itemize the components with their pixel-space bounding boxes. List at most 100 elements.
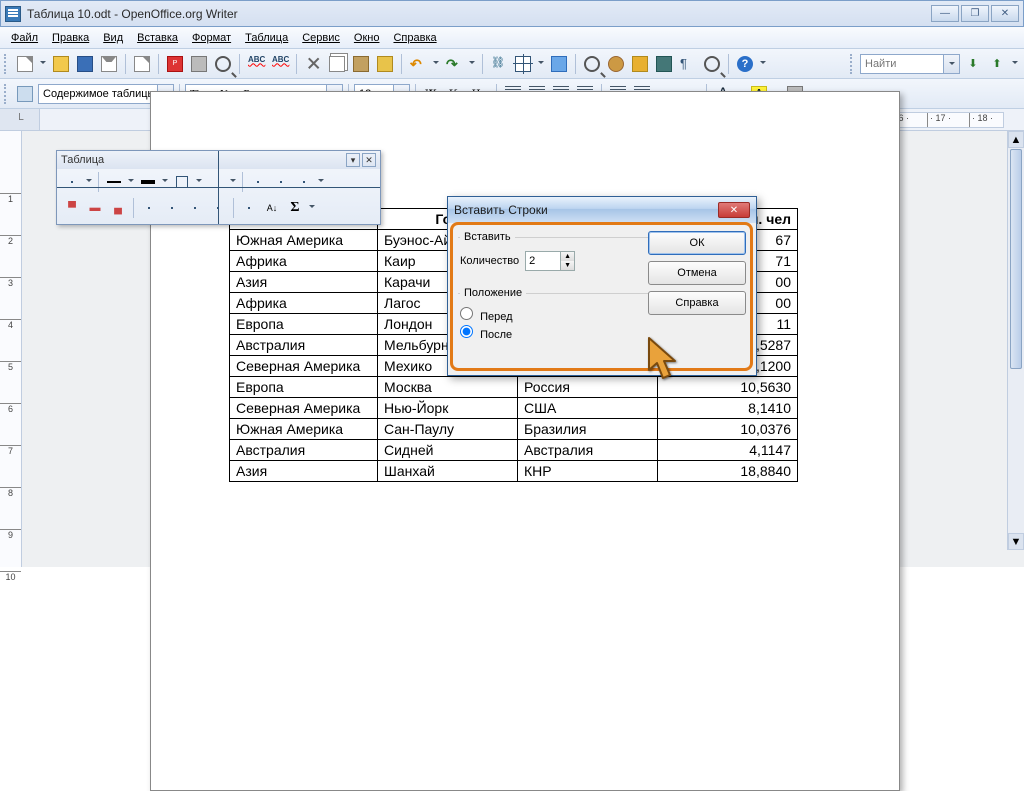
undo-button[interactable]: ↶ (407, 53, 429, 75)
spellcheck-button[interactable]: ABC (245, 53, 267, 75)
ruler-corner[interactable]: └ (0, 109, 40, 130)
table-cell[interactable]: Москва (378, 377, 518, 398)
paste-button[interactable] (350, 53, 372, 75)
v-scrollbar[interactable]: ▲ ▼ (1007, 131, 1024, 550)
zoom-button[interactable] (701, 53, 723, 75)
table-cell[interactable]: Азия (230, 461, 378, 482)
table-cell[interactable]: Нью-Йорк (378, 398, 518, 419)
autoformat-button[interactable] (238, 197, 260, 219)
nonprint-chars-button[interactable]: ¶ (677, 53, 699, 75)
open-button[interactable] (50, 53, 72, 75)
menu-help[interactable]: Справка (386, 30, 443, 46)
new-dropdown[interactable] (38, 61, 48, 67)
style-input[interactable] (39, 85, 157, 103)
table-row[interactable]: Южная АмерикаСан-ПаулуБразилия10,0376 (230, 419, 798, 440)
find-dropdown[interactable] (943, 55, 959, 73)
autospell-button[interactable]: ABC (269, 53, 291, 75)
table-cell[interactable]: Европа (230, 314, 378, 335)
close-button[interactable]: ✕ (991, 5, 1019, 22)
scroll-down-button[interactable]: ▼ (1008, 533, 1024, 550)
print-button[interactable] (188, 53, 210, 75)
edit-doc-button[interactable] (131, 53, 153, 75)
table-float-toolbar[interactable]: Таблица ▾ ✕ ▀ ▬ ▄ A↓ Σ (56, 150, 381, 225)
minimize-button[interactable]: — (931, 5, 959, 22)
table-cell[interactable]: Европа (230, 377, 378, 398)
table-cell[interactable]: КНР (518, 461, 658, 482)
undo-dropdown[interactable] (431, 61, 441, 67)
qty-up[interactable]: ▲ (560, 252, 574, 261)
table-cell[interactable]: Россия (518, 377, 658, 398)
find-input[interactable] (861, 55, 943, 73)
format-paint-button[interactable] (374, 53, 396, 75)
table-cell[interactable]: Шанхай (378, 461, 518, 482)
table-dropdown[interactable] (536, 61, 546, 67)
table-row[interactable]: ЕвропаМоскваРоссия10,5630 (230, 377, 798, 398)
dialog-titlebar[interactable]: Вставить Строки ✕ (448, 197, 756, 223)
table-cell[interactable]: Южная Америка (230, 230, 378, 251)
toolbar-overflow[interactable] (758, 61, 768, 67)
menu-tools[interactable]: Сервис (295, 30, 347, 46)
menu-table[interactable]: Таблица (238, 30, 295, 46)
qty-spinner[interactable]: ▲▼ (525, 251, 575, 271)
table-cell[interactable]: Африка (230, 251, 378, 272)
help-button[interactable]: ? (734, 53, 756, 75)
toolbar-grip[interactable] (4, 54, 10, 74)
navigator-button[interactable] (605, 53, 627, 75)
table-cell[interactable]: Австралия (518, 440, 658, 461)
redo-button[interactable]: ↷ (443, 53, 465, 75)
redo-dropdown[interactable] (467, 61, 477, 67)
table-cell[interactable]: Северная Америка (230, 398, 378, 419)
help-dialog-button[interactable]: Справка (648, 291, 746, 315)
find-prev-button[interactable]: ⬆ (986, 53, 1008, 75)
dialog-close-button[interactable]: ✕ (718, 202, 750, 218)
table-cell[interactable]: Северная Америка (230, 356, 378, 377)
table-cell[interactable]: Сидней (378, 440, 518, 461)
preview-button[interactable] (212, 53, 234, 75)
qty-down[interactable]: ▼ (560, 261, 574, 270)
copy-button[interactable] (326, 53, 348, 75)
export-pdf-button[interactable]: P (164, 53, 186, 75)
menu-insert[interactable]: Вставка (130, 30, 185, 46)
show-draw-button[interactable] (548, 53, 570, 75)
table-cell[interactable]: 8,1410 (658, 398, 798, 419)
maximize-button[interactable]: ❐ (961, 5, 989, 22)
table-row[interactable]: Северная АмерикаНью-ЙоркСША8,1410 (230, 398, 798, 419)
find-overflow[interactable] (1010, 61, 1020, 67)
find-next-button[interactable]: ⬇ (962, 53, 984, 75)
table-cell[interactable]: 18,8840 (658, 461, 798, 482)
table-cell[interactable]: Австралия (230, 335, 378, 356)
table-row[interactable]: АзияШанхайКНР18,8840 (230, 461, 798, 482)
mail-button[interactable] (98, 53, 120, 75)
table-cell[interactable]: США (518, 398, 658, 419)
menu-format[interactable]: Формат (185, 30, 238, 46)
insert-table-button[interactable] (512, 53, 534, 75)
table-cell[interactable]: 10,5630 (658, 377, 798, 398)
qty-input[interactable] (526, 252, 560, 270)
table-cell[interactable]: Бразилия (518, 419, 658, 440)
table-cell[interactable]: Сан-Паулу (378, 419, 518, 440)
menu-edit[interactable]: Правка (45, 30, 96, 46)
styles-button[interactable] (14, 83, 36, 105)
find-toolbar-grip[interactable] (850, 54, 856, 74)
fmt-grip[interactable] (4, 84, 10, 104)
menu-view[interactable]: Вид (96, 30, 130, 46)
gallery-button[interactable] (629, 53, 651, 75)
scroll-thumb[interactable] (1010, 149, 1022, 369)
find-combo[interactable] (860, 54, 960, 74)
radio-before[interactable]: Перед (460, 307, 513, 323)
new-button[interactable] (14, 53, 36, 75)
save-button[interactable] (74, 53, 96, 75)
table-cell[interactable]: Австралия (230, 440, 378, 461)
radio-after[interactable]: После (460, 325, 512, 341)
scroll-up-button[interactable]: ▲ (1008, 131, 1024, 148)
cancel-button[interactable]: Отмена (648, 261, 746, 285)
cut-button[interactable] (302, 53, 324, 75)
table-cell[interactable]: Африка (230, 293, 378, 314)
datasources-button[interactable] (653, 53, 675, 75)
ok-button[interactable]: ОК (648, 231, 746, 255)
find-replace-button[interactable] (581, 53, 603, 75)
hyperlink-button[interactable]: ⛓ (488, 53, 510, 75)
table-cell[interactable]: Азия (230, 272, 378, 293)
table-cell[interactable]: Южная Америка (230, 419, 378, 440)
v-ruler[interactable]: 12345678910 (0, 131, 22, 567)
